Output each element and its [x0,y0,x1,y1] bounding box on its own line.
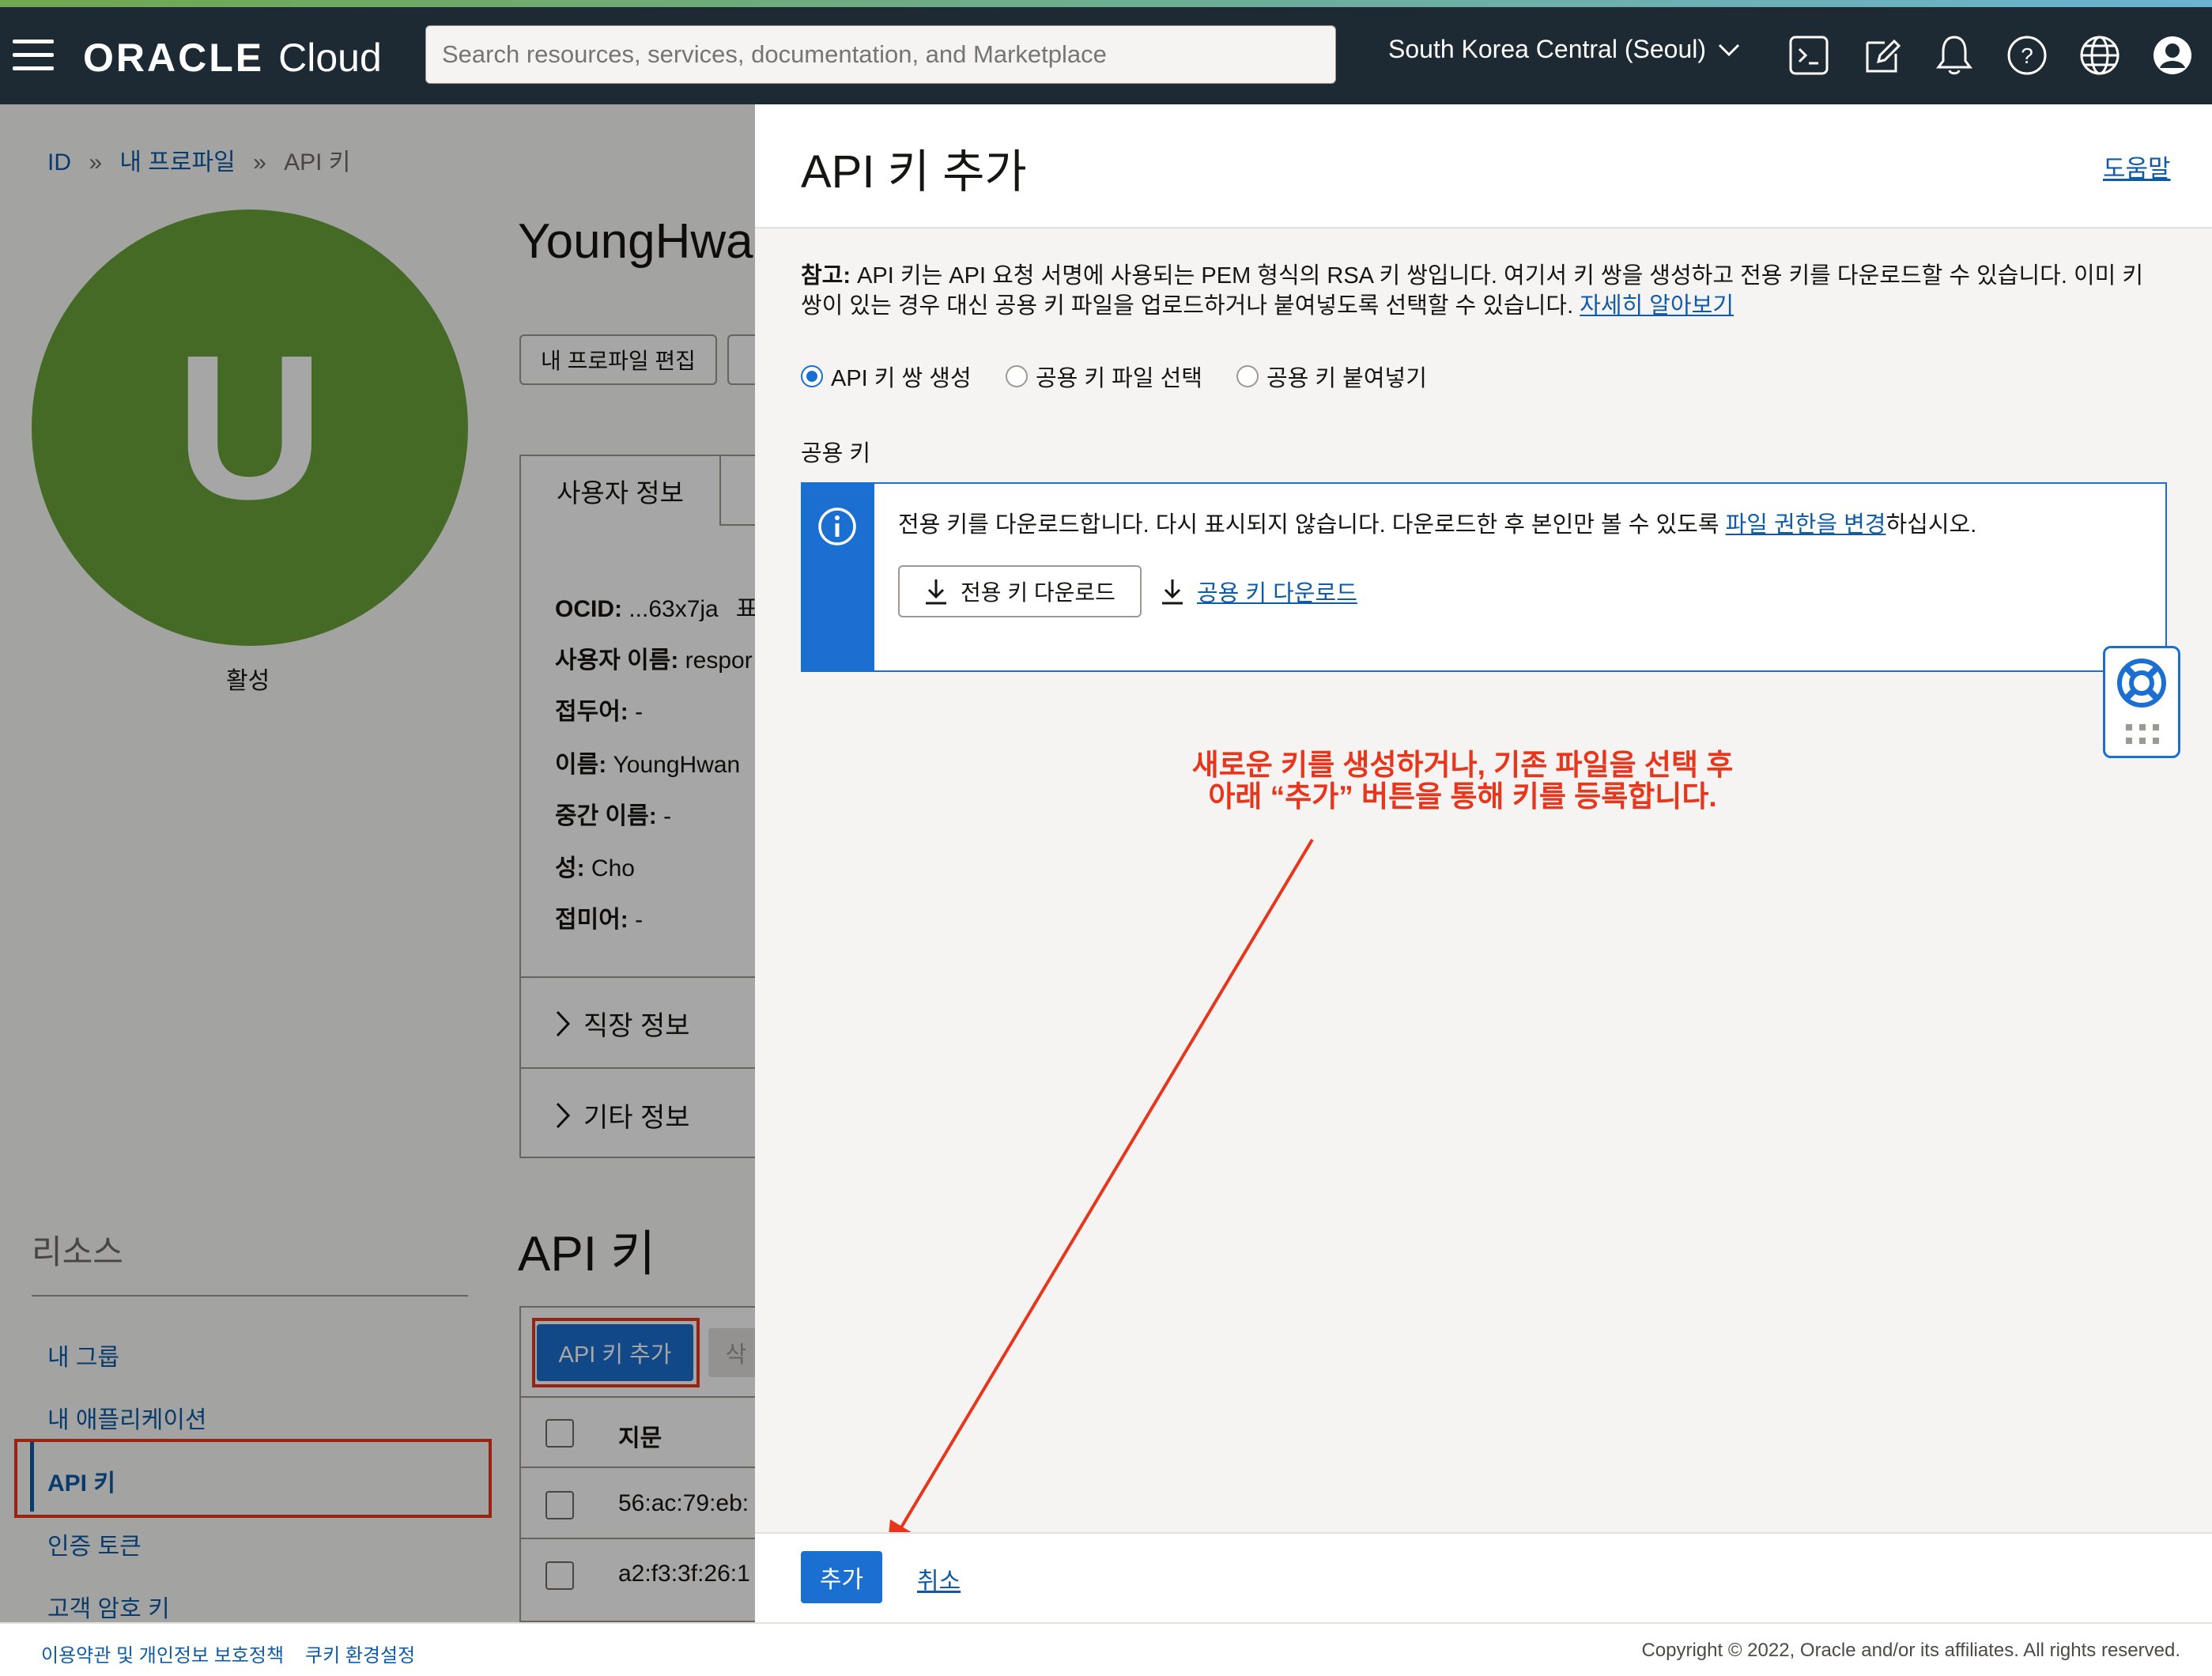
drawer-footer [755,1532,2212,1624]
svg-text:?: ? [2021,43,2033,68]
radio-generate-key-pair[interactable]: API 키 쌍 생성 [801,360,972,393]
search-input[interactable] [425,25,1336,84]
radio-choose-public-key-file[interactable]: 공용 키 파일 선택 [1006,360,1202,393]
annotation-callout: 새로운 키를 생성하거나, 기존 파일을 선택 후 아래 “추가” 버튼을 통해… [1107,749,1818,813]
learn-more-link[interactable]: 자세히 알아보기 [1580,293,1734,319]
cancel-link[interactable]: 취소 [917,1561,961,1596]
oracle-cloud-logo[interactable]: ORACLE Cloud [83,30,382,85]
info-icon [818,508,856,545]
chevron-down-icon [1718,43,1740,56]
support-widget[interactable] [2103,646,2180,758]
radio-button[interactable] [1236,365,1259,387]
radio-button[interactable] [1006,365,1028,387]
globe-icon[interactable] [2076,30,2123,81]
cookie-preferences-link[interactable]: 쿠키 환경설정 [305,1640,415,1667]
cloud-shell-icon[interactable] [1785,30,1833,81]
note-text: API 키는 API 요청 서명에 사용되는 PEM 형식의 RSA 키 쌍입니… [801,263,2144,319]
radio-paste-public-key[interactable]: 공용 키 붙여넣기 [1236,360,1427,393]
copyright-text: Copyright © 2022, Oracle and/or its affi… [1641,1640,2180,1661]
help-link[interactable]: 도움말 [2103,149,2171,184]
top-accent-strip [0,0,2212,7]
download-private-key-button[interactable]: 전용 키 다운로드 [898,565,1142,617]
note-label: 참고: [801,263,851,289]
add-button[interactable]: 추가 [801,1551,882,1603]
drawer-title: API 키 추가 [801,146,1027,198]
lifebuoy-icon [2117,659,2166,708]
help-icon[interactable]: ? [2003,30,2051,81]
logo-brand: ORACLE [83,36,265,80]
user-profile-icon[interactable] [2149,30,2196,81]
download-public-key-link[interactable]: 공용 키 다운로드 [1161,565,1357,617]
region-label: South Korea Central (Seoul) [1388,35,1706,63]
radio-button-selected[interactable] [801,365,823,387]
annotation-line-2: 아래 “추가” 버튼을 통해 키를 등록합니다. [1208,780,1717,813]
annotation-arrow [887,838,1314,1551]
download-info-text: 전용 키를 다운로드합니다. 다시 표시되지 않습니다. 다운로드한 후 본인만… [898,512,1977,538]
edit-icon[interactable] [1858,30,1905,81]
public-key-label: 공용 키 [801,441,871,466]
download-icon [1162,579,1183,605]
download-icon [926,579,947,605]
page-footer: 이용약관 및 개인정보 보호정책 쿠키 환경설정 Copyright © 202… [0,1622,2212,1676]
logo-product: Cloud [278,36,382,80]
annotation-line-1: 새로운 키를 생성하거나, 기존 파일을 선택 후 [1191,749,1734,781]
drawer-note: 참고: API 키는 API 요청 서명에 사용되는 PEM 형식의 RSA 키… [801,261,2169,321]
terms-privacy-link[interactable]: 이용약관 및 개인정보 보호정책 [41,1640,284,1667]
modal-overlay[interactable] [0,104,755,1622]
hamburger-menu-icon[interactable] [13,40,54,71]
region-selector[interactable]: South Korea Central (Seoul) [1388,35,1741,64]
bell-icon[interactable] [1931,30,1978,81]
grid-dots-icon [2126,724,2159,744]
change-file-permissions-link[interactable]: 파일 권한을 변경 [1726,512,1886,538]
